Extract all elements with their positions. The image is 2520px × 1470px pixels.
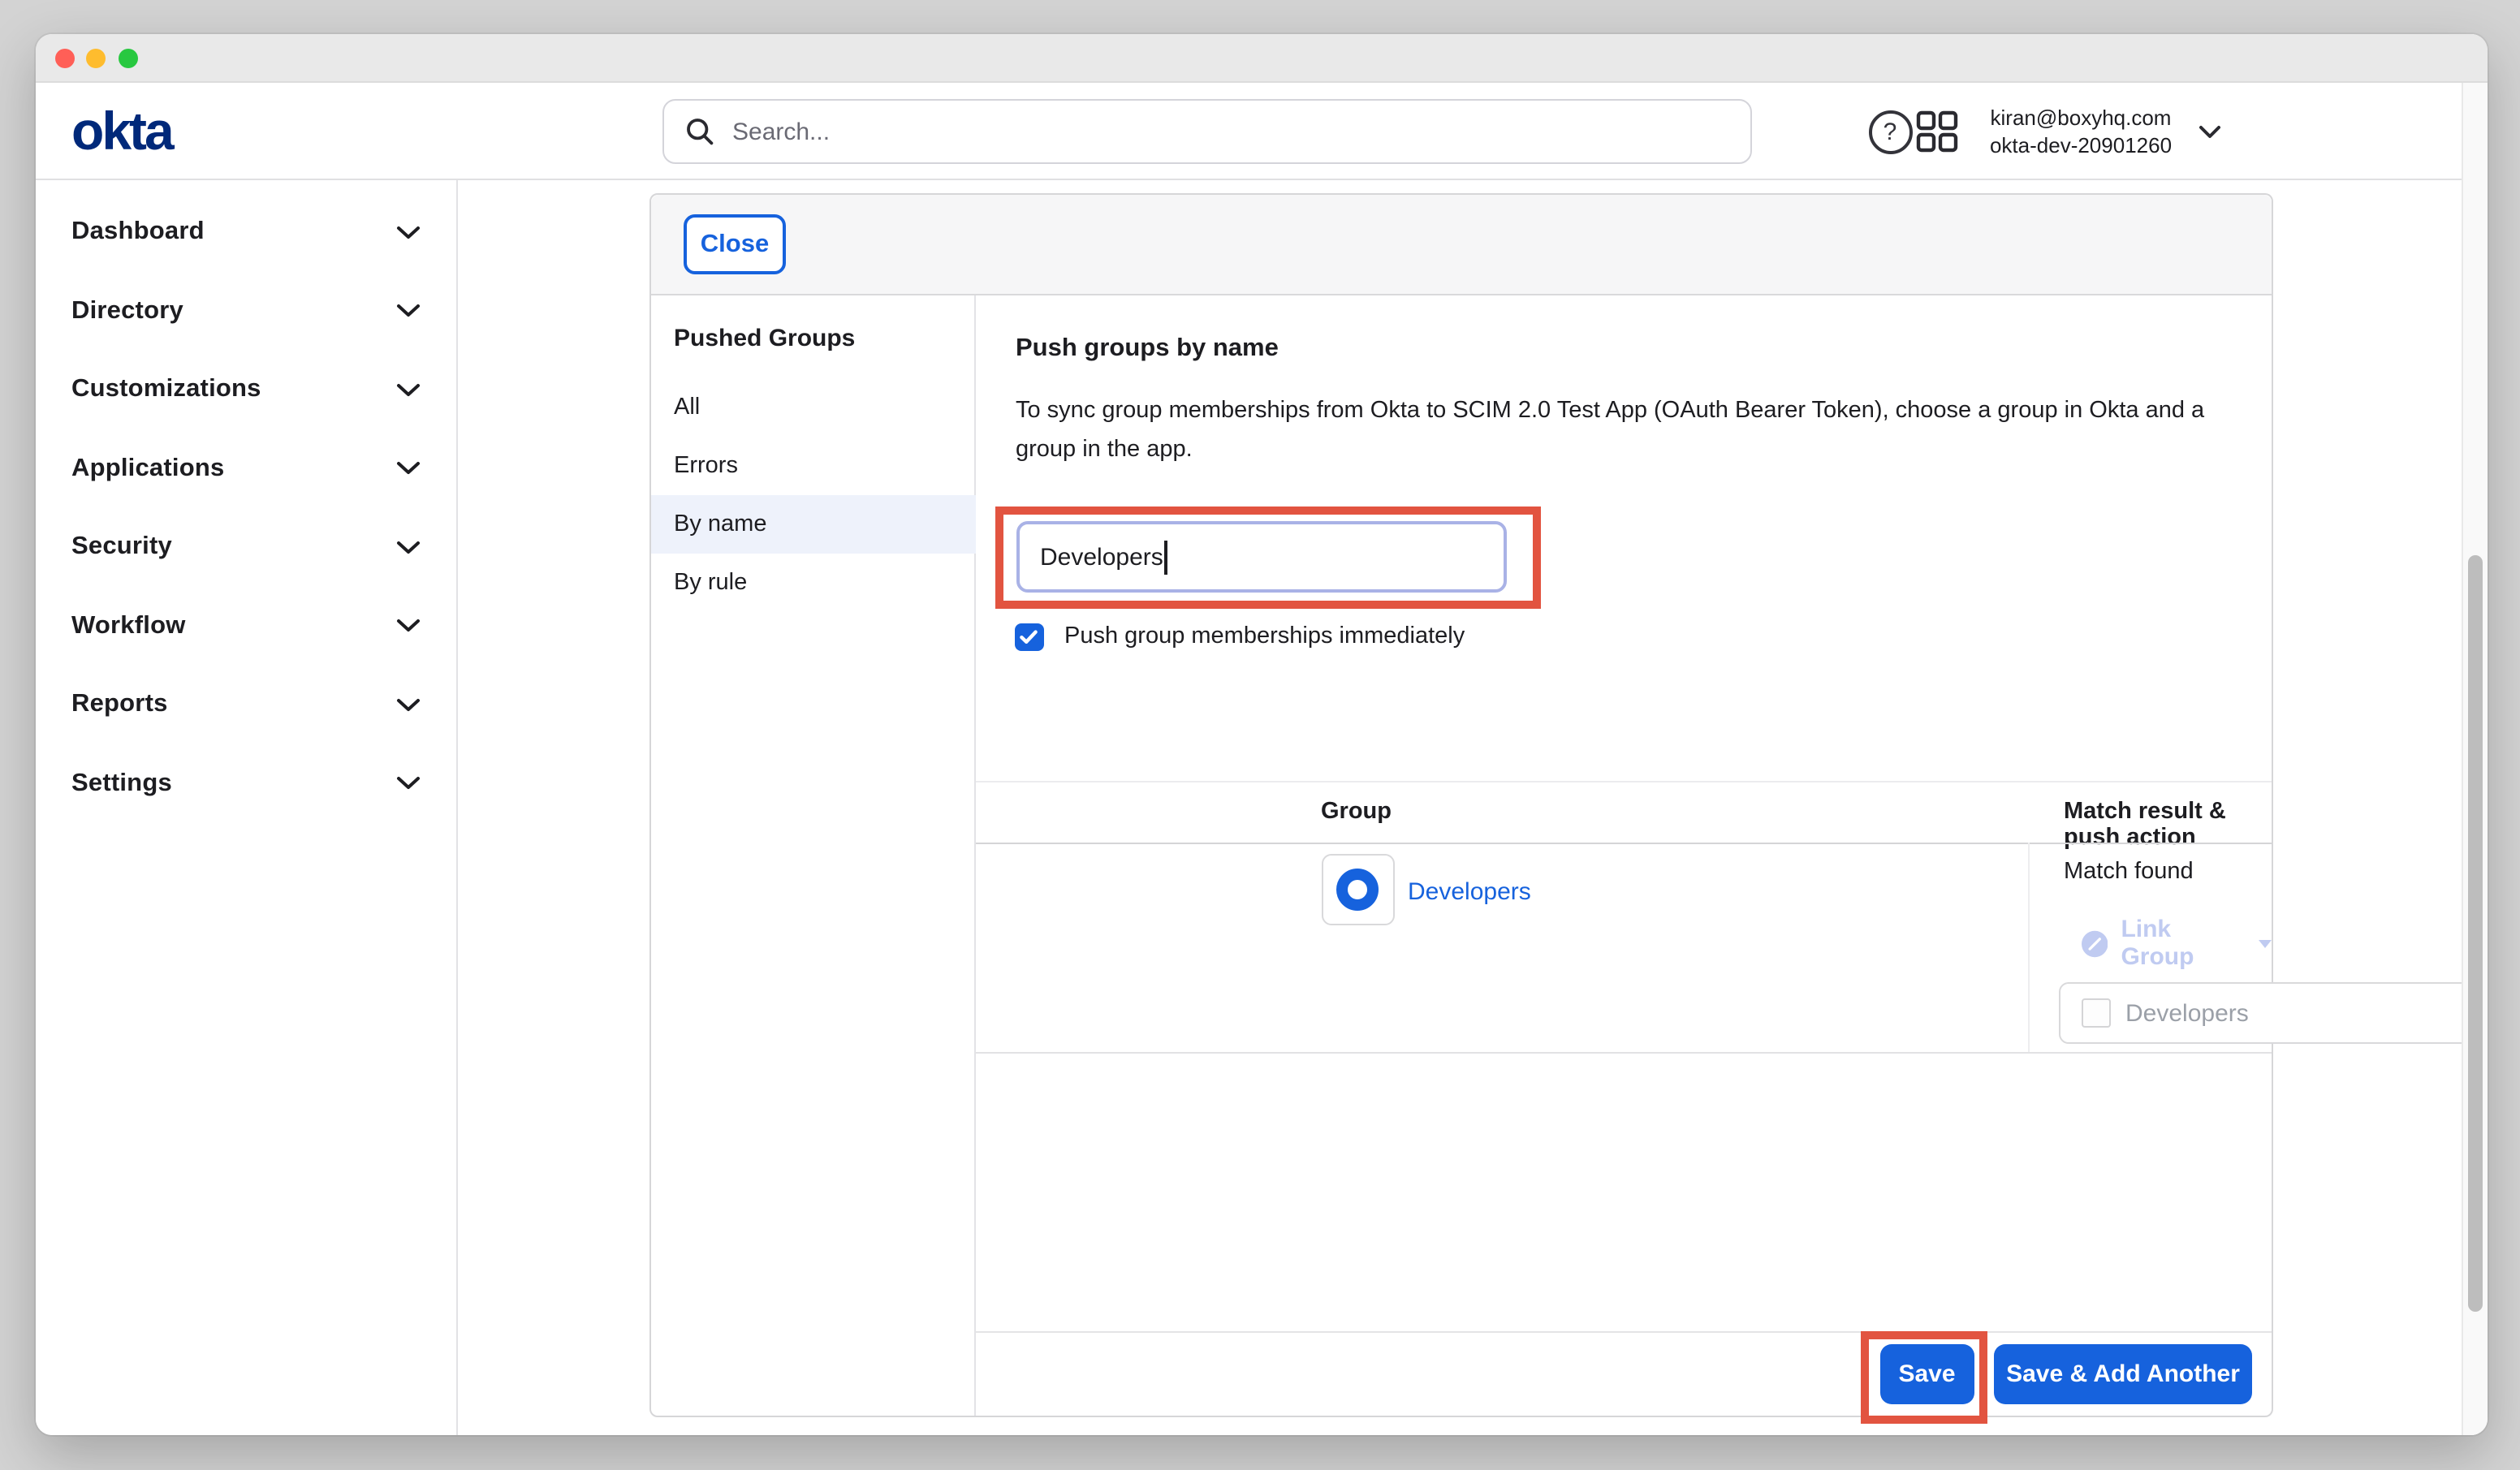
pushed-groups-nav: Pushed Groups All Errors By name By rule — [651, 295, 976, 1416]
chevron-down-icon — [396, 777, 421, 791]
okta-logo: okta — [71, 104, 172, 159]
app-group-value: Developers — [2125, 999, 2487, 1027]
pushed-groups-title: Pushed Groups — [674, 325, 855, 352]
chevron-down-icon — [396, 383, 421, 398]
push-immediately-checkbox[interactable] — [1015, 623, 1043, 651]
app-group-dropdown[interactable]: Developers — [2059, 982, 2487, 1044]
close-button[interactable]: Close — [684, 214, 786, 274]
nav-item-errors[interactable]: Errors — [651, 437, 976, 495]
push-groups-dialog: Close Pushed Groups All Errors By name B… — [649, 193, 2272, 1417]
dialog-body: Push groups by name To sync group member… — [976, 295, 2271, 1416]
group-avatar — [1321, 854, 1394, 925]
help-glyph: ? — [1884, 118, 1897, 145]
chevron-down-icon — [396, 462, 421, 476]
sidebar-item-label: Workflow — [71, 612, 186, 641]
account-org: okta-dev-20901260 — [1977, 131, 2185, 159]
chevron-down-icon[interactable] — [2198, 125, 2220, 140]
match-status: Match found — [2064, 859, 2194, 885]
link-group-button[interactable]: Link Group — [2082, 916, 2271, 971]
sidebar-item-label: Applications — [71, 455, 224, 484]
app-header: okta ? — [35, 83, 2462, 180]
scrollbar-thumb[interactable] — [2468, 555, 2483, 1312]
group-circle-icon — [1336, 869, 1379, 911]
sidebar-item-security[interactable]: Security — [35, 508, 456, 587]
sidebar: Dashboard Directory Customizations Appli… — [35, 180, 458, 1435]
scrollbar-track[interactable] — [2462, 83, 2487, 1435]
table-header-border — [976, 842, 2271, 843]
chevron-down-icon — [396, 541, 421, 555]
save-button[interactable]: Save — [1880, 1343, 1974, 1403]
footer-divider — [976, 1331, 2271, 1333]
sidebar-item-settings[interactable]: Settings — [35, 744, 456, 823]
dialog-heading: Push groups by name — [1016, 334, 1279, 364]
sidebar-item-reports[interactable]: Reports — [35, 666, 456, 744]
group-name-link[interactable]: Developers — [1408, 878, 1531, 906]
global-search[interactable] — [662, 99, 1752, 164]
check-icon — [1021, 630, 1038, 644]
account-menu[interactable]: kiran@boxyhq.com okta-dev-20901260 — [1977, 104, 2185, 159]
help-icon[interactable]: ? — [1868, 110, 1912, 153]
sidebar-item-applications[interactable]: Applications — [35, 429, 456, 508]
push-immediately-label: Push group memberships immediately — [1064, 624, 1465, 650]
group-name-input[interactable]: Developers — [1016, 521, 1506, 593]
sidebar-item-label: Directory — [71, 297, 183, 326]
chevron-down-icon — [396, 619, 421, 634]
text-cursor — [1165, 540, 1167, 574]
sidebar-item-customizations[interactable]: Customizations — [35, 351, 456, 429]
caret-down-icon — [2258, 939, 2271, 947]
save-add-another-button[interactable]: Save & Add Another — [1994, 1343, 2252, 1403]
sidebar-item-label: Reports — [71, 691, 168, 720]
app-group-icon — [2082, 998, 2111, 1028]
main-content: Close Pushed Groups All Errors By name B… — [458, 180, 2462, 1435]
sidebar-item-label: Dashboard — [71, 218, 205, 248]
sidebar-item-label: Customizations — [71, 376, 261, 405]
sidebar-item-directory[interactable]: Directory — [35, 272, 456, 351]
link-icon — [2082, 929, 2108, 957]
window-zoom-button[interactable] — [118, 49, 137, 68]
sidebar-item-workflow[interactable]: Workflow — [35, 587, 456, 666]
nav-item-by-name[interactable]: By name — [651, 495, 976, 554]
apps-grid-icon[interactable] — [1915, 110, 1957, 153]
nav-item-all[interactable]: All — [651, 378, 976, 437]
sidebar-item-label: Security — [71, 533, 172, 563]
screenshot-stage: okta ? — [0, 0, 2520, 1470]
link-group-label: Link Group — [2121, 916, 2245, 971]
chevron-down-icon — [396, 226, 421, 240]
group-name-value: Developers — [1040, 543, 1163, 571]
chevron-down-icon — [396, 304, 421, 319]
window-titlebar — [35, 34, 2487, 83]
table-row-border — [976, 1052, 2271, 1054]
window-minimize-button[interactable] — [86, 49, 106, 68]
dialog-header: Close — [651, 195, 2271, 295]
sidebar-item-label: Settings — [71, 769, 172, 799]
column-header-group: Group — [1321, 799, 1392, 825]
push-immediately-row: Push group memberships immediately — [1015, 623, 1465, 651]
search-input[interactable] — [729, 116, 1750, 147]
table-top-border — [976, 781, 2271, 782]
window-close-button[interactable] — [54, 49, 74, 68]
chevron-down-icon — [396, 698, 421, 713]
search-icon — [685, 117, 714, 146]
browser-window: okta ? — [35, 34, 2487, 1435]
account-email: kiran@boxyhq.com — [1977, 104, 2185, 131]
sidebar-item-dashboard[interactable]: Dashboard — [35, 193, 456, 272]
table-column-divider — [2027, 843, 2029, 1052]
nav-item-by-rule[interactable]: By rule — [651, 554, 976, 612]
dialog-description: To sync group memberships from Okta to S… — [1016, 391, 2233, 469]
